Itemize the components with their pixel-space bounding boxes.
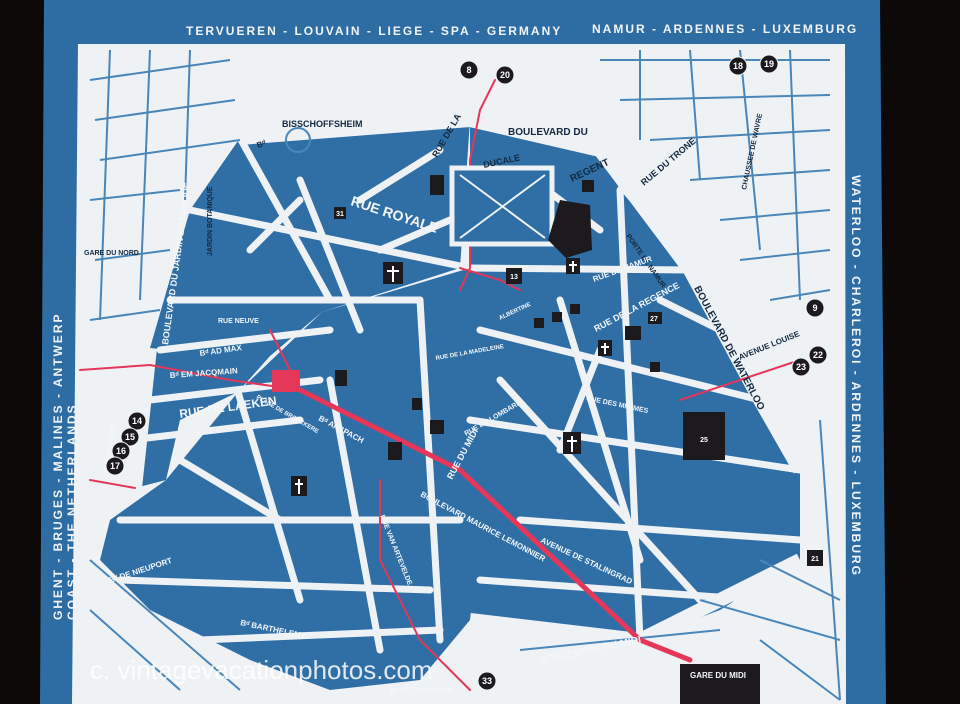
edge-label-left-outer: GHENT - BRUGES - MALINES - ANTWERP — [51, 312, 65, 620]
marker-number: 8 — [466, 65, 471, 75]
edge-label-top-left: TERVUEREN - LOUVAIN - LIEGE - SPA - GERM… — [186, 24, 562, 38]
marker-number: 19 — [764, 59, 774, 69]
marker-number: 9 — [812, 303, 817, 313]
label-rue-neuve: RUE NEUVE — [218, 318, 259, 325]
marker-number: 33 — [482, 676, 492, 686]
edge-label-top-right: NAMUR - ARDENNES - LUXEMBURG — [592, 22, 858, 36]
label-boulevard-du: BOULEVARD DU — [508, 127, 588, 138]
label-bisschoffsheim: BISSCHOFFSHEIM — [282, 119, 363, 129]
marker-21: 21 — [807, 550, 823, 566]
label-jardin: JARDIN BOTANIQUE — [207, 186, 214, 256]
marker-19: 19 — [759, 54, 779, 74]
marker-number: 31 — [336, 211, 344, 218]
marker-number: 25 — [700, 437, 708, 444]
marker-number: 20 — [500, 70, 510, 80]
marker-31: 31 — [334, 207, 346, 219]
marker-number: 16 — [116, 446, 126, 456]
marker-number: 13 — [510, 274, 518, 281]
brussels-map: TERVUEREN - LOUVAIN - LIEGE - SPA - GERM… — [0, 0, 960, 704]
marker-25: 25 — [700, 437, 708, 444]
edge-label-left-inner: COAST - THE NETHERLANDS — [65, 403, 79, 620]
marker-22: 22 — [808, 345, 828, 365]
marker-number: 22 — [813, 350, 823, 360]
marker-18: 18 — [728, 56, 748, 76]
marker-13: 13 — [506, 268, 522, 284]
label-gare-midi: GARE DU MIDI — [690, 671, 746, 680]
marker-number: 17 — [110, 461, 120, 471]
marker-number: 18 — [733, 61, 743, 71]
marker-27: 27 — [648, 312, 660, 324]
marker-8: 8 — [459, 60, 479, 80]
marker-number: 23 — [796, 362, 806, 372]
marker-20: 20 — [495, 65, 515, 85]
marker-number: 21 — [811, 556, 819, 563]
map-stage: TERVUEREN - LOUVAIN - LIEGE - SPA - GERM… — [0, 0, 960, 704]
marker-33: 33 — [477, 671, 497, 691]
label-bd-abattoir: Bᵈ DE L'ABATTOIR — [390, 688, 453, 695]
marker-9: 9 — [805, 298, 825, 318]
edge-label-right: WATERLOO - CHARLEROI - ARDENNES - LUXEMB… — [849, 175, 863, 577]
marker-number: 15 — [125, 432, 135, 442]
marker-number: 14 — [132, 416, 142, 426]
watermark-text: c. vintagevacationphotos.com — [90, 655, 433, 685]
marker-14: 14 — [127, 411, 147, 431]
marker-number: 27 — [650, 316, 658, 323]
label-gare-nord: GARE DU NORD — [84, 250, 139, 257]
marker-23: 23 — [791, 357, 811, 377]
marker-17: 17 — [105, 456, 125, 476]
